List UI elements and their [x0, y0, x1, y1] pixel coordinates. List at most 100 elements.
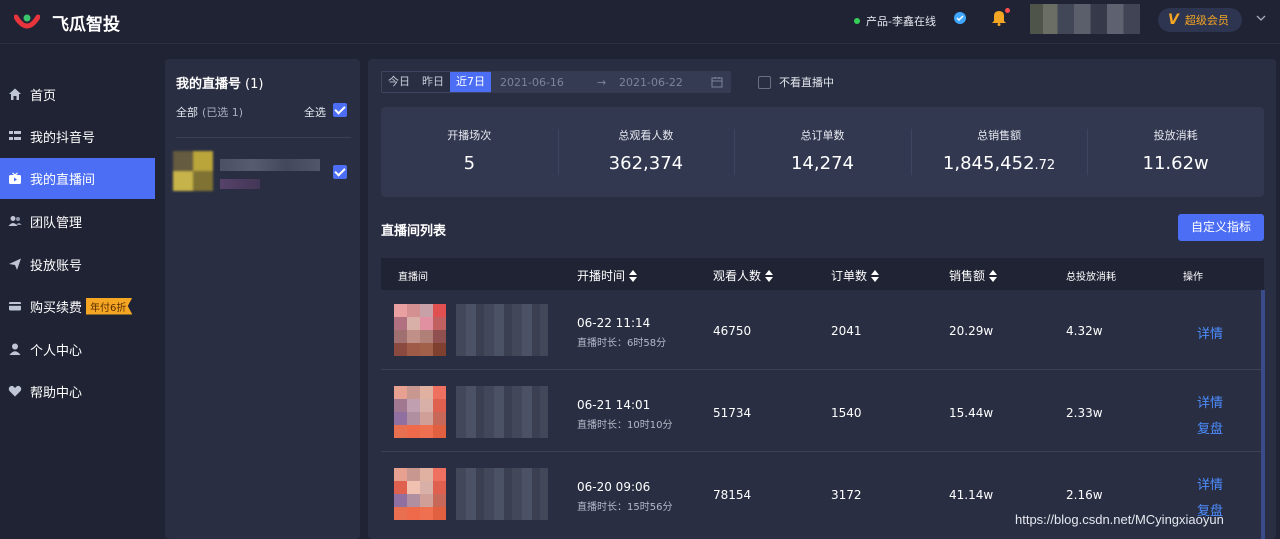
hide-not-live-checkbox[interactable] — [758, 75, 771, 89]
live-icon — [9, 172, 21, 184]
sidebar-item-purchase[interactable]: 购买续费 年付6折 — [0, 286, 155, 326]
list-icon — [9, 131, 21, 140]
user-icon — [9, 343, 21, 355]
summary-stats: 开播场次 5 总观看人数 362,374 总订单数 14,274 总销售额 1,… — [381, 107, 1264, 197]
stat-value-decimal: .72 — [1034, 158, 1056, 173]
sidebar-item-label: 投放账号 — [30, 258, 83, 274]
app-brand[interactable]: 飞瓜智投 — [52, 10, 120, 35]
select-all-checkbox[interactable] — [333, 103, 347, 117]
discount-badge: 年付6折 — [86, 297, 133, 315]
sidebar-item-home[interactable]: 首页 — [0, 74, 155, 114]
orders-value: 1540 — [831, 406, 862, 420]
col-label: 直播间 — [398, 272, 428, 283]
stat-label: 总观看人数 — [618, 129, 674, 142]
col-label: 开播时间 — [577, 269, 626, 283]
live-duration: 直播时长：10时10分 — [577, 420, 673, 431]
sidebar-item-help[interactable]: 帮助中心 — [0, 371, 155, 411]
stat-value: 362,374 — [608, 153, 684, 174]
vip-label: 超级会员 — [1184, 14, 1229, 27]
live-thumbnail-blurred — [394, 304, 446, 356]
notification-dot — [1005, 8, 1010, 13]
stat-ad-spend: 投放消耗 11.62w — [1087, 107, 1264, 197]
ad-spend-value: 2.16w — [1066, 488, 1103, 502]
sidebar-item-profile[interactable]: 个人中心 — [0, 329, 155, 369]
range-yesterday[interactable]: 昨日 — [416, 72, 450, 92]
stat-value-int: 1,845,452 — [942, 153, 1035, 174]
start-time: 06-22 11:14 — [577, 316, 651, 330]
accounts-all-filter[interactable]: 全部 (已选 1) — [176, 104, 243, 120]
range-last-7-days[interactable]: 近7日 — [450, 72, 491, 92]
vip-mark: V — [1168, 12, 1179, 28]
detail-link[interactable]: 详情 — [1197, 392, 1223, 411]
col-label: 订单数 — [831, 269, 868, 283]
stat-label: 总订单数 — [800, 129, 845, 142]
hide-not-live-label: 不看直播中 — [779, 76, 834, 89]
col-label: 操作 — [1183, 272, 1203, 283]
stat-label: 投放消耗 — [1153, 129, 1198, 142]
custom-metrics-button[interactable]: 自定义指标 — [1178, 214, 1264, 241]
online-status: 产品-李鑫在线 — [854, 13, 936, 29]
accounts-all-label: 全部 — [176, 106, 198, 119]
end-date[interactable]: 2021-06-22 — [619, 76, 683, 89]
chevron-down-icon[interactable] — [1256, 14, 1266, 22]
table-row: 06-21 14:01 直播时长：10时10分 51734 1540 15.44… — [381, 372, 1264, 452]
start-time: 06-21 14:01 — [577, 398, 651, 412]
viewers-value: 46750 — [713, 324, 752, 338]
sidebar-item-douyin[interactable]: 我的抖音号 — [0, 116, 155, 156]
main-panel: 今日 昨日 近7日 2021-06-16 → 2021-06-22 不看直播中 … — [368, 59, 1276, 539]
sidebar-item-label: 个人中心 — [30, 343, 83, 359]
accounts-title: 我的直播号 (1) — [176, 73, 263, 92]
sidebar-item-ad-account[interactable]: 投放账号 — [0, 244, 155, 284]
list-title: 直播间列表 — [381, 224, 447, 239]
sort-icon[interactable] — [765, 269, 774, 282]
chat-icon[interactable] — [953, 11, 967, 25]
ad-spend-value: 4.32w — [1066, 324, 1103, 338]
accounts-title-text: 我的直播号 — [176, 77, 242, 92]
col-label: 观看人数 — [713, 269, 762, 283]
account-name-blurred — [220, 159, 320, 171]
sidebar-item-live-room[interactable]: 我的直播间 — [0, 158, 155, 199]
vip-badge[interactable]: V 超级会员 — [1158, 8, 1242, 32]
live-accounts-panel: 我的直播号 (1) 全部 (已选 1) 全选 — [165, 59, 360, 539]
select-all-label[interactable]: 全选 — [304, 104, 326, 120]
range-arrow: → — [597, 75, 607, 89]
quick-range-segmented: 今日 昨日 近7日 — [381, 71, 492, 93]
hide-not-live-filter[interactable]: 不看直播中 — [758, 74, 834, 90]
col-viewers[interactable]: 观看人数 — [713, 267, 774, 284]
col-start-time[interactable]: 开播时间 — [577, 267, 638, 284]
col-label: 销售额 — [949, 269, 986, 283]
stat-value: 14,274 — [790, 153, 854, 174]
detail-link[interactable]: 详情 — [1197, 323, 1223, 342]
sort-icon[interactable] — [871, 269, 880, 282]
sales-value: 41.14w — [949, 488, 994, 502]
sort-icon[interactable] — [989, 269, 998, 282]
sidebar-item-team[interactable]: 团队管理 — [0, 201, 155, 241]
live-title-blurred — [456, 304, 548, 356]
live-duration: 直播时长：6时58分 — [577, 338, 667, 349]
col-orders[interactable]: 订单数 — [831, 267, 880, 284]
sales-value: 15.44w — [949, 406, 994, 420]
detail-link[interactable]: 详情 — [1197, 474, 1223, 493]
start-date[interactable]: 2021-06-16 — [500, 76, 564, 89]
stat-total-orders: 总订单数 14,274 — [734, 107, 911, 197]
orders-value: 3172 — [831, 488, 862, 502]
live-duration: 直播时长：15时56分 — [577, 502, 673, 513]
sort-icon[interactable] — [629, 269, 638, 282]
home-icon — [9, 88, 21, 100]
app-logo-icon — [14, 14, 40, 29]
send-icon — [9, 258, 21, 270]
stat-live-count: 开播场次 5 — [381, 107, 558, 197]
range-today[interactable]: 今日 — [382, 72, 416, 92]
review-link[interactable]: 复盘 — [1197, 418, 1223, 437]
calendar-icon[interactable] — [711, 76, 723, 88]
sidebar-item-label: 我的直播间 — [30, 173, 96, 188]
table-scrollbar[interactable] — [1261, 290, 1265, 539]
stat-value: 11.62w — [1142, 153, 1209, 174]
col-ad-spend: 总投放消耗 — [1066, 268, 1116, 283]
col-sales[interactable]: 销售额 — [949, 267, 998, 284]
sidebar: 首页 我的抖音号 我的直播间 团队管理 投放账号 购买续费 年付6折 个人中心 … — [0, 44, 155, 539]
sidebar-item-label: 帮助中心 — [30, 385, 83, 401]
date-range-picker[interactable]: 2021-06-16 → 2021-06-22 — [491, 71, 731, 93]
account-checkbox[interactable] — [333, 165, 347, 179]
user-avatar-blurred[interactable] — [1030, 4, 1140, 34]
